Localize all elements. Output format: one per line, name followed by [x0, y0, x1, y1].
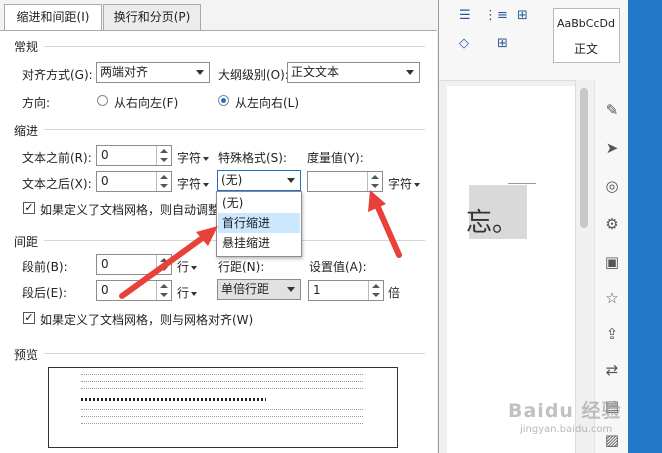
arrow-to-first-line-indent: [119, 226, 218, 299]
annotation-arrows: [119, 190, 402, 299]
arrow-to-measure-input: [368, 190, 402, 258]
